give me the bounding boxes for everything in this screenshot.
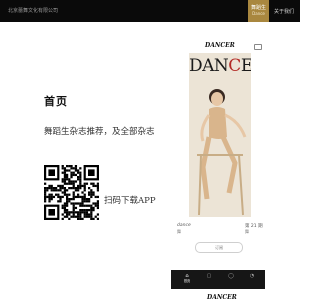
nav-home-sublabel: Dance [252, 11, 265, 16]
tab-search[interactable]: ◯ [225, 273, 237, 279]
phone-logo: DANCER [205, 42, 235, 49]
issue-subtitle: 舞 [177, 229, 181, 234]
issue-number-sub: 舞 [245, 229, 249, 234]
tab-profile[interactable]: ◔ [246, 273, 258, 279]
scan-download-label: 扫码下载APP [104, 196, 156, 206]
cover-title: DANCER [189, 56, 251, 76]
cover-title-part: ER [240, 56, 251, 76]
subscribe-button[interactable]: 订阅 [195, 242, 243, 253]
issue-name: dance [177, 223, 191, 228]
menu-icon[interactable] [254, 44, 262, 50]
qr-code [44, 165, 99, 220]
user-icon: ◔ [249, 273, 255, 279]
top-nav-bar: 北京蕾舞文化有限公司 舞蹈生 Dance 关于我们 [0, 0, 300, 22]
magazine-cover[interactable]: DANCER [189, 53, 251, 217]
cover-dancer-illustration [189, 75, 251, 217]
search-icon: ◯ [228, 273, 234, 279]
nav-home-button[interactable]: 舞蹈生 Dance [248, 0, 269, 22]
tab-home[interactable]: ⌂ 首页 [181, 273, 193, 283]
cover-title-accent: C [228, 56, 241, 76]
phone-tab-bar: ⌂ 首页 ▢ ◯ ◔ [171, 270, 265, 289]
page-title: 首页 [44, 95, 68, 108]
nav-about-link[interactable]: 关于我们 [274, 8, 294, 15]
cover-title-part: DAN [189, 56, 229, 76]
tab-home-label: 首页 [183, 279, 191, 283]
magazine-icon: ▢ [206, 273, 212, 279]
phone-preview: DANCER DANCER dance 舞 第 21 期 舞 订阅 ⌂ 首页 ▢… [171, 38, 265, 300]
page-subtitle: 舞蹈生杂志推荐，及全部杂志 [44, 127, 155, 137]
phone-header: DANCER [171, 42, 265, 52]
company-name: 北京蕾舞文化有限公司 [8, 8, 59, 14]
tab-magazine[interactable]: ▢ [203, 273, 215, 279]
